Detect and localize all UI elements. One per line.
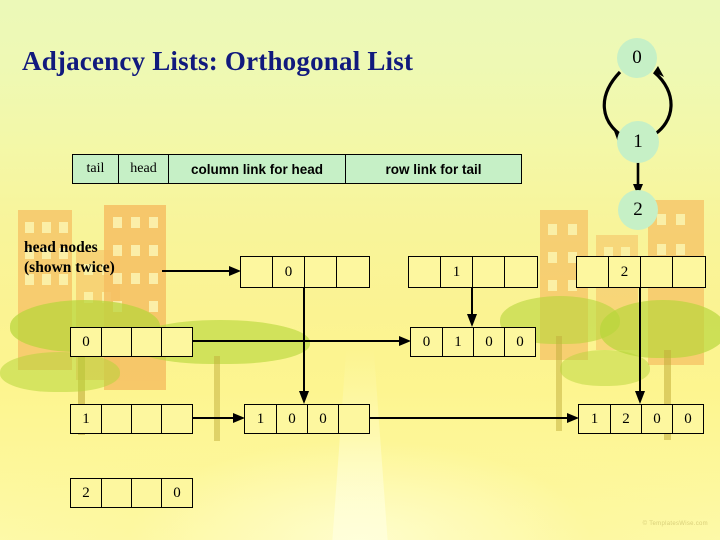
- cell-row-link: [162, 405, 192, 433]
- cell-head: 0: [273, 257, 305, 287]
- row-head-node-0: 0: [70, 327, 193, 357]
- head-node-2: 2: [576, 256, 706, 288]
- cell-tail: [409, 257, 441, 287]
- cell-row-link: 0: [173, 484, 181, 501]
- cell-column-link: 0: [474, 328, 505, 356]
- watermark: © TemplatesWise.com: [642, 521, 708, 527]
- row-head-node-2: 2 0: [70, 478, 193, 508]
- cell-head: 2: [609, 257, 641, 287]
- cell-head: 1: [441, 257, 473, 287]
- cell-row-link: [337, 257, 368, 287]
- cell-tail: [577, 257, 609, 287]
- cell-head: 0: [277, 405, 308, 433]
- cell-row-link: [339, 405, 369, 433]
- cell-tail: 0: [411, 328, 443, 356]
- cell-column-link: [132, 405, 162, 433]
- cell-column-link: [132, 479, 162, 507]
- edge-node-0-1: 0 1 0 0: [410, 327, 536, 357]
- head-nodes-caption: head nodes (shown twice): [24, 239, 115, 276]
- cell-column-link: [132, 328, 162, 356]
- cell-column-link: 0: [642, 405, 673, 433]
- row-head-node-1: 1: [70, 404, 193, 434]
- cell-row-link: 0: [684, 410, 692, 427]
- cell-head: 1: [443, 328, 474, 356]
- cell-head: [102, 405, 132, 433]
- cell-tail: 1: [71, 405, 102, 433]
- cell-head: [102, 328, 132, 356]
- slide-canvas: Adjacency Lists: Orthogonal List tail he…: [0, 0, 720, 540]
- edge-node-1-2: 1 2 0 0: [578, 404, 704, 434]
- cell-row-link: [673, 257, 704, 287]
- cell-row-link: [505, 257, 536, 287]
- cell-column-link: 0: [308, 405, 339, 433]
- cell-tail: 0: [71, 328, 102, 356]
- cell-row-link: 0: [516, 333, 524, 350]
- cell-tail: 1: [245, 405, 277, 433]
- cell-column-link: [305, 257, 337, 287]
- cell-column-link: [473, 257, 505, 287]
- head-node-0: 0: [240, 256, 370, 288]
- cell-column-link: [641, 257, 673, 287]
- edge-node-1-0: 1 0 0: [244, 404, 370, 434]
- cell-row-link: [162, 328, 192, 356]
- cell-tail: 1: [579, 405, 611, 433]
- head-node-1: 1: [408, 256, 538, 288]
- cell-tail: 2: [71, 479, 102, 507]
- cell-tail: [241, 257, 273, 287]
- cell-head: 2: [611, 405, 642, 433]
- cell-head: [102, 479, 132, 507]
